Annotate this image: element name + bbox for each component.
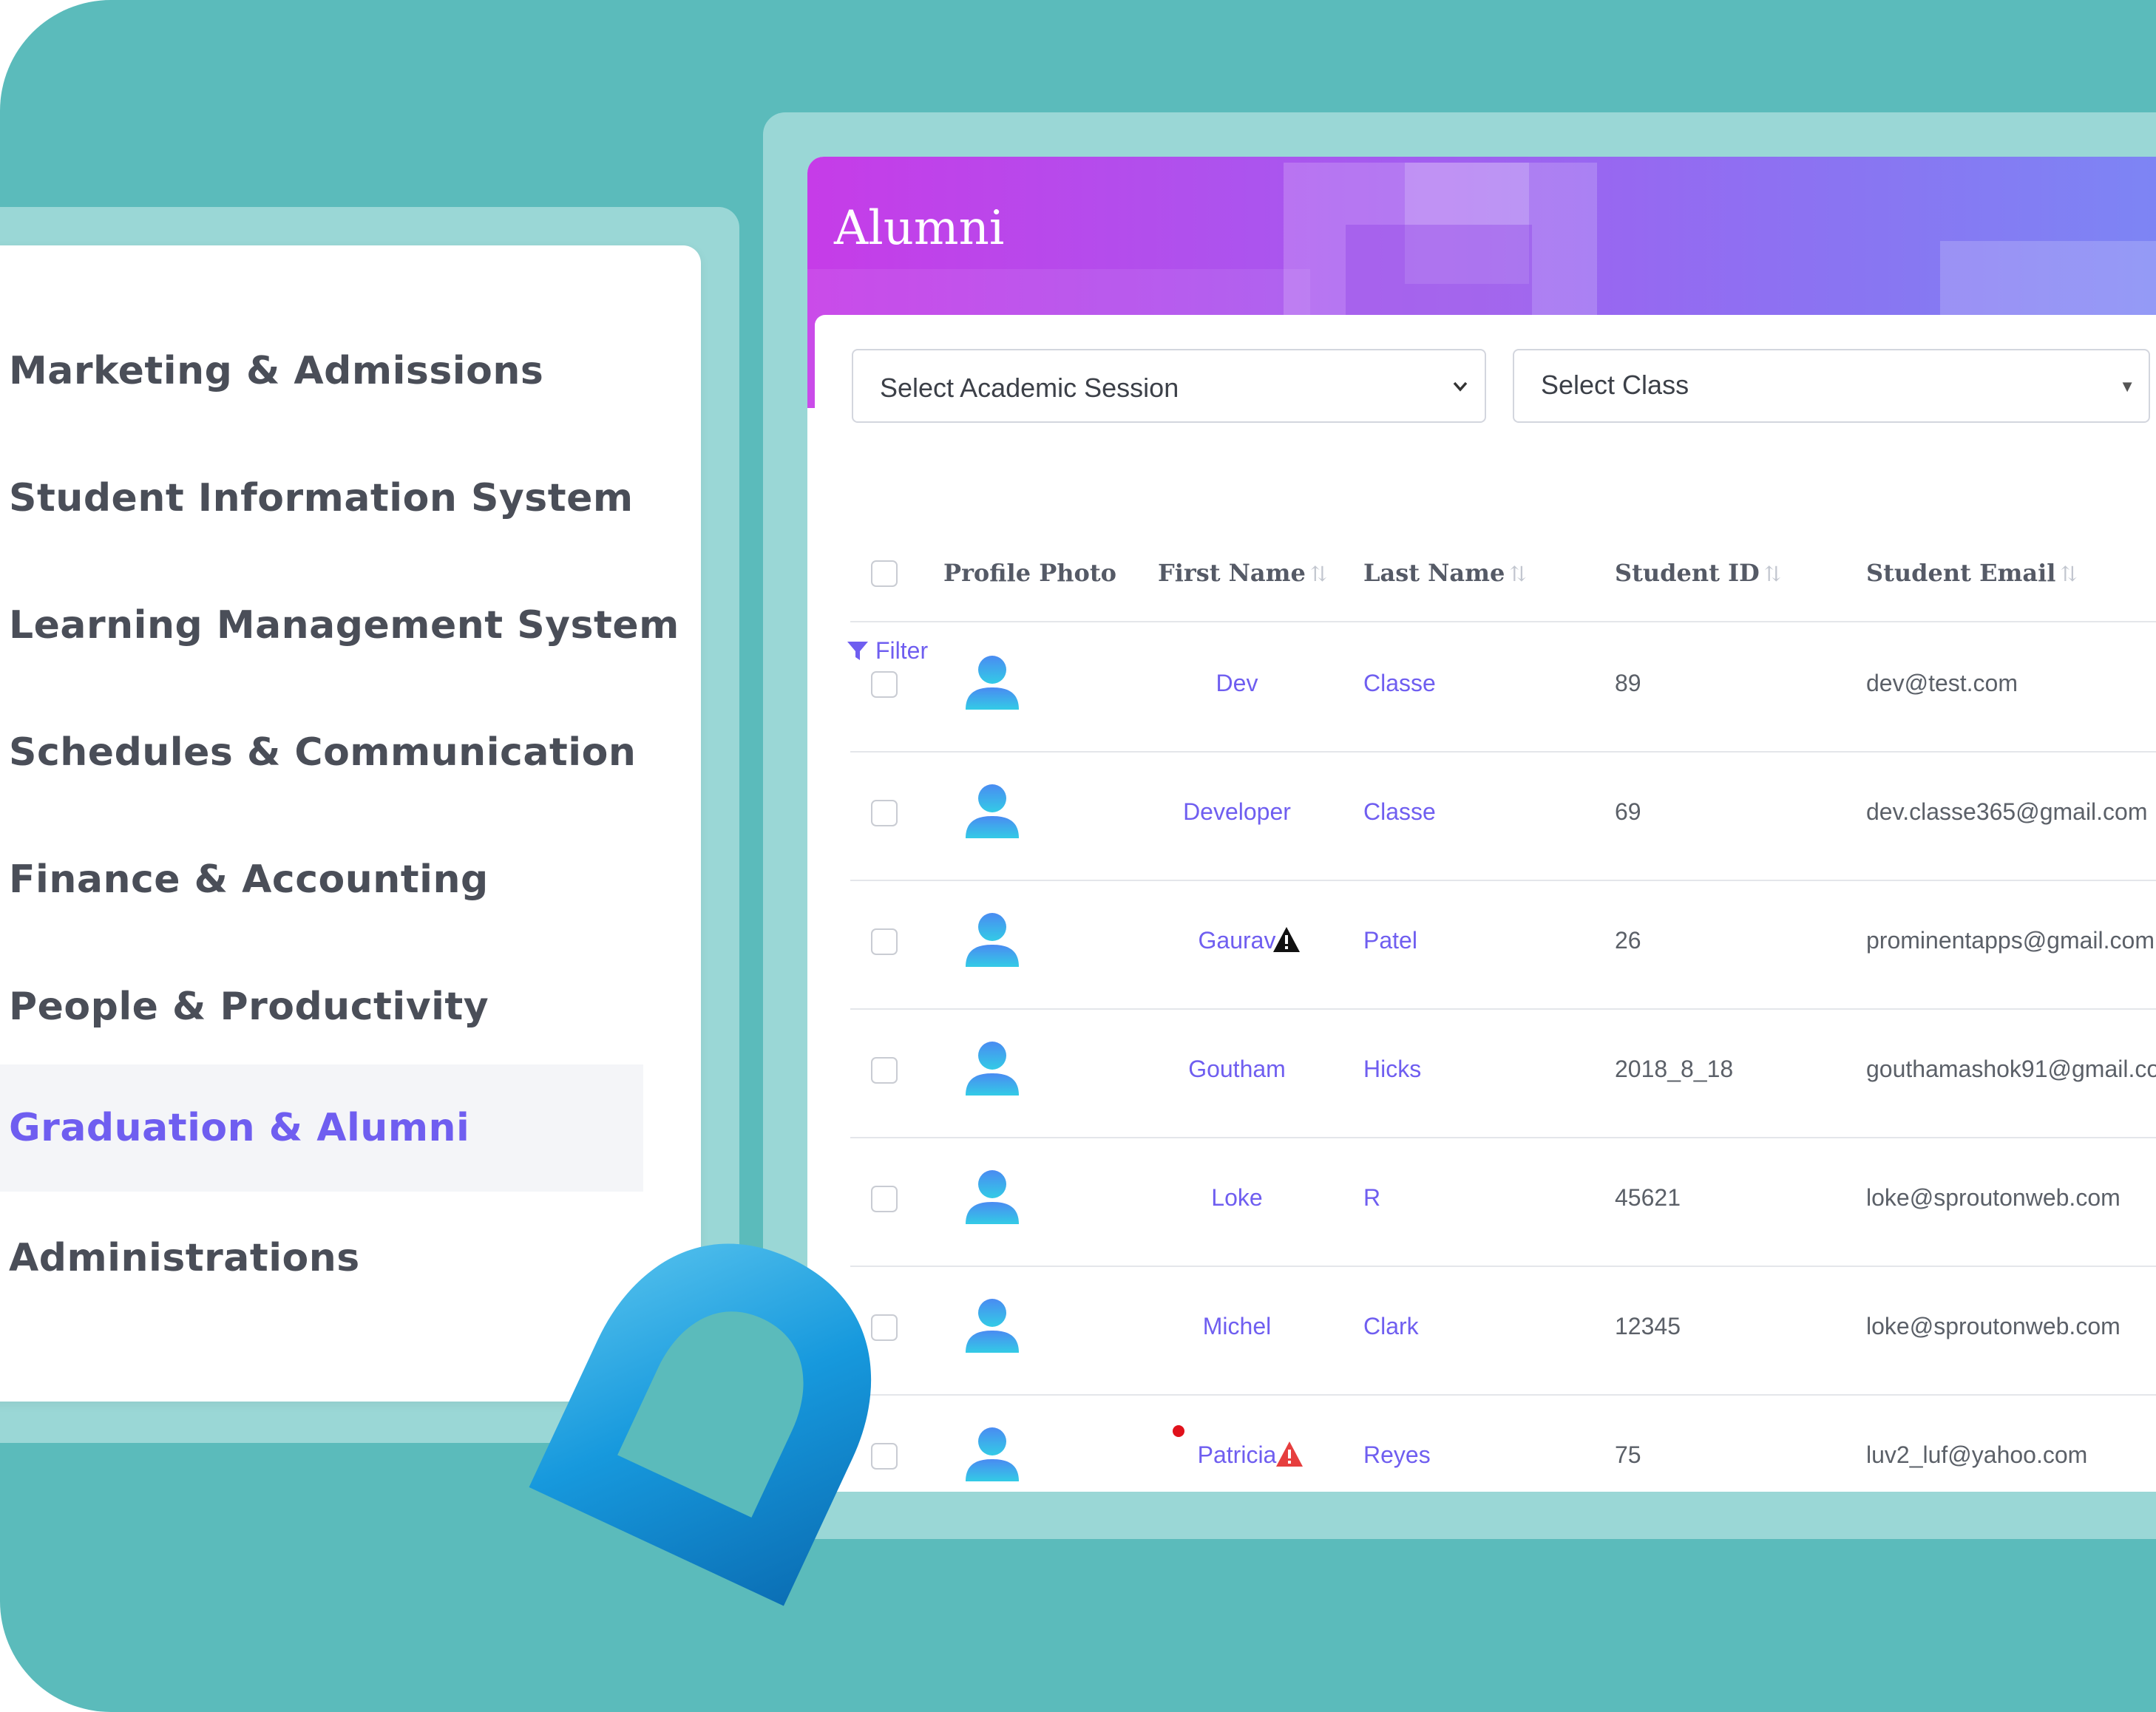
row-checkbox[interactable] <box>871 671 898 698</box>
sort-icon: ⇅ <box>1763 562 1782 586</box>
student-id: 69 <box>1615 798 1641 825</box>
sort-icon: ⇅ <box>1309 562 1328 586</box>
last-name-link[interactable]: Classe <box>1363 670 1436 697</box>
avatar <box>966 784 1019 838</box>
sidebar-item-student-info[interactable]: Student Information System <box>0 435 643 562</box>
alert-icon <box>1276 1441 1303 1467</box>
last-name-link[interactable]: Hicks <box>1363 1056 1421 1083</box>
student-id: 89 <box>1615 670 1641 696</box>
chevron-down-icon <box>1453 381 1468 392</box>
student-email: loke@sproutonweb.com <box>1866 1184 2121 1211</box>
student-id: 45621 <box>1615 1184 1681 1211</box>
sidebar-item-label: Learning Management System <box>9 603 679 648</box>
first-name-link[interactable]: Goutham <box>1140 1056 1334 1083</box>
row-checkbox[interactable] <box>871 928 898 955</box>
row-checkbox[interactable] <box>871 1186 898 1212</box>
header-divider <box>850 621 2156 622</box>
class-select[interactable]: Select Class ▼ <box>1513 349 2150 423</box>
header-last-name[interactable]: Last Name ⇅ <box>1363 559 1527 587</box>
sort-icon: ⇅ <box>1509 562 1527 586</box>
avatar <box>966 1427 1019 1481</box>
first-name-link[interactable]: Gaurav <box>1140 927 1334 954</box>
sidebar-item-label: Finance & Accounting <box>9 857 489 902</box>
row-divider <box>850 880 2156 881</box>
avatar <box>966 1042 1019 1096</box>
select-all-checkbox[interactable] <box>871 560 898 587</box>
sidebar-item-label: Student Information System <box>9 476 634 520</box>
header-student-id[interactable]: Student ID ⇅ <box>1615 559 1781 587</box>
header-profile-photo: Profile Photo <box>943 559 1116 587</box>
student-id: 75 <box>1615 1441 1641 1468</box>
header-student-email[interactable]: Student Email ⇅ <box>1866 559 2078 587</box>
location-pin-icon <box>529 1243 872 1606</box>
header-student-id-label: Student ID <box>1615 559 1760 587</box>
avatar <box>966 656 1019 710</box>
last-name-link[interactable]: Reyes <box>1363 1441 1431 1469</box>
header-first-name-label: First Name <box>1158 559 1306 587</box>
sidebar-item-label: Schedules & Communication <box>9 730 637 775</box>
row-divider <box>850 1008 2156 1010</box>
last-name-link[interactable]: R <box>1363 1184 1380 1212</box>
sidebar-item-finance[interactable]: Finance & Accounting <box>0 816 643 943</box>
header-student-email-label: Student Email <box>1866 559 2056 587</box>
first-name-link[interactable]: Developer <box>1140 798 1334 826</box>
session-select-value: Select Academic Session <box>880 373 1179 403</box>
student-email: gouthamashok91@gmail.com <box>1866 1056 2156 1082</box>
warning-icon <box>1273 927 1300 952</box>
sidebar-item-label: Marketing & Admissions <box>9 349 544 393</box>
academic-session-select[interactable]: Select Academic Session <box>852 349 1486 423</box>
filter-label: Filter <box>875 637 929 664</box>
row-divider <box>850 1266 2156 1267</box>
row-divider <box>850 751 2156 753</box>
sidebar-item-marketing[interactable]: Marketing & Admissions <box>0 308 643 435</box>
sidebar-item-label: People & Productivity <box>9 985 489 1029</box>
avatar <box>966 1299 1019 1353</box>
student-id: 26 <box>1615 927 1641 954</box>
first-name-link[interactable]: Patricia <box>1140 1441 1334 1469</box>
student-email: prominentapps@gmail.com <box>1866 927 2155 954</box>
class-select-value: Select Class <box>1541 370 1689 400</box>
background-stage: Marketing & Admissions Student Informati… <box>0 0 2156 1712</box>
filter-icon <box>847 641 868 660</box>
row-divider <box>850 1137 2156 1138</box>
filter-button[interactable]: Filter <box>846 637 928 665</box>
sidebar-item-people[interactable]: People & Productivity <box>0 943 643 1070</box>
header-first-name[interactable]: First Name ⇅ <box>1158 559 1327 587</box>
page-title: Alumni <box>834 201 1005 256</box>
sidebar-item-label: Administrations <box>9 1236 360 1280</box>
avatar <box>966 913 1019 967</box>
student-id: 12345 <box>1615 1313 1681 1339</box>
student-email: loke@sproutonweb.com <box>1866 1313 2121 1339</box>
last-name-link[interactable]: Patel <box>1363 927 1417 954</box>
student-email: luv2_luf@yahoo.com <box>1866 1441 2088 1468</box>
last-name-link[interactable]: Classe <box>1363 798 1436 826</box>
row-checkbox[interactable] <box>871 800 898 826</box>
first-name-link[interactable]: Michel <box>1140 1313 1334 1340</box>
header-last-name-label: Last Name <box>1363 559 1505 587</box>
student-email: dev.classe365@gmail.com <box>1866 798 2148 825</box>
last-name-link[interactable]: Clark <box>1363 1313 1419 1340</box>
student-email: dev@test.com <box>1866 670 2018 696</box>
sort-icon: ⇅ <box>2060 562 2078 586</box>
avatar <box>966 1170 1019 1224</box>
row-checkbox[interactable] <box>871 1057 898 1084</box>
student-id: 2018_8_18 <box>1615 1056 1734 1082</box>
sidebar-item-schedules[interactable]: Schedules & Communication <box>0 689 643 816</box>
row-divider <box>850 1394 2156 1396</box>
sidebar-item-learning[interactable]: Learning Management System <box>0 562 679 689</box>
first-name-link[interactable]: Dev <box>1140 670 1334 697</box>
status-dot <box>1173 1425 1184 1437</box>
caret-down-icon: ▼ <box>2119 377 2135 395</box>
sidebar-item-label: Graduation & Alumni <box>9 1106 470 1150</box>
first-name-link[interactable]: Loke <box>1140 1184 1334 1212</box>
sidebar-item-graduation[interactable]: Graduation & Alumni <box>0 1064 643 1192</box>
